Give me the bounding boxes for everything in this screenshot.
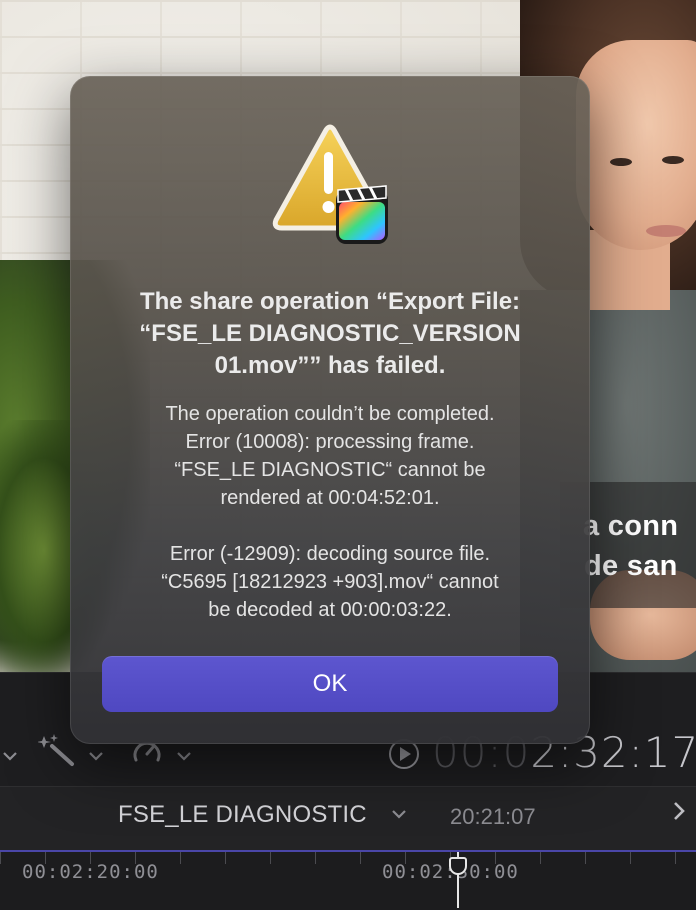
message-line: The operation couldn’t be completed. bbox=[165, 403, 495, 425]
chevron-down-icon[interactable] bbox=[176, 742, 192, 768]
message-line: “FSE_LE DIAGNOSTIC“ cannot be bbox=[174, 459, 486, 481]
dialog-title-line: “FSE_LE DIAGNOSTIC_VERSION bbox=[139, 320, 521, 347]
chevron-down-icon[interactable] bbox=[88, 742, 104, 768]
subtitle-line-2: de san bbox=[584, 550, 678, 582]
error-paragraph-2: Error (-12909): decoding source file. “C… bbox=[100, 540, 560, 624]
message-line: be decoded at 00:00:03:22. bbox=[208, 599, 452, 621]
message-line: Error (10008): processing frame. bbox=[185, 431, 475, 453]
project-name[interactable]: FSE_LE DIAGNOSTIC bbox=[118, 801, 367, 829]
dialog-title: The share operation “Export File: “FSE_L… bbox=[100, 286, 560, 382]
dialog-message: The operation couldn’t be completed. Err… bbox=[100, 400, 560, 624]
playhead-handle[interactable] bbox=[449, 857, 467, 875]
dialog-title-line: The share operation “Export File: bbox=[139, 288, 521, 315]
error-dialog: The share operation “Export File: “FSE_L… bbox=[70, 76, 590, 744]
project-duration: 20:21:07 bbox=[450, 804, 536, 829]
magic-wand-icon[interactable] bbox=[37, 732, 78, 774]
message-line: rendered at 00:04:52:01. bbox=[220, 487, 440, 509]
chevron-down-icon[interactable] bbox=[391, 804, 407, 825]
ok-button[interactable]: OK bbox=[102, 656, 558, 712]
message-line: “C5695 [18212923 +903].mov“ cannot bbox=[161, 571, 499, 593]
dialog-title-line: 01.mov”” has failed. bbox=[214, 352, 446, 379]
chevron-right-icon[interactable] bbox=[672, 798, 686, 829]
warning-triangle-with-final-cut-icon bbox=[272, 124, 388, 244]
ruler-label-left: 00:02:20:00 bbox=[22, 861, 159, 883]
message-line: Error (-12909): decoding source file. bbox=[169, 543, 491, 565]
error-paragraph-1: The operation couldn’t be completed. Err… bbox=[100, 400, 560, 512]
subtitle-line-1: a conn bbox=[583, 510, 679, 542]
chevron-down-icon[interactable] bbox=[2, 742, 18, 768]
